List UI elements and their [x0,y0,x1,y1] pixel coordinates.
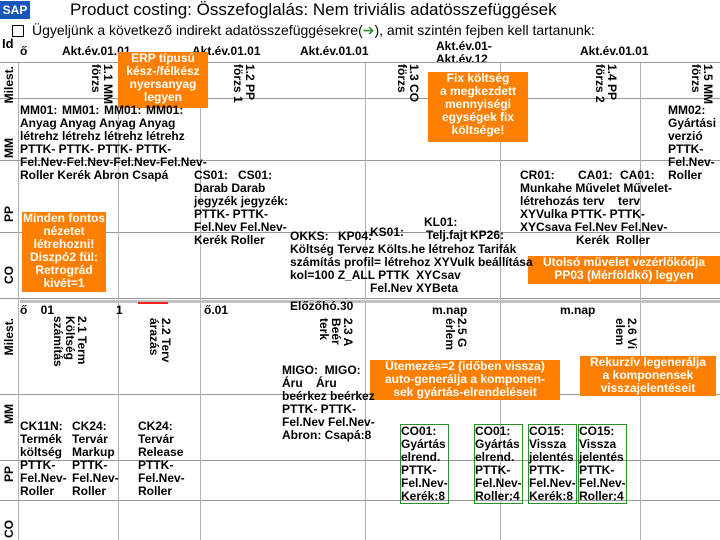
row-label-milest-bottom: Milest. [2,318,16,356]
milestone-1-4: 1.4 PP förzs 2 [593,64,619,103]
date-3: ő.01 [204,303,229,317]
row-label-mm-bottom: MM [2,404,16,424]
telj-cell: Telj.fajt [426,228,468,242]
milestone-2-1: 2.1 Term Költség számítás [51,316,89,367]
ks01-cell: KS01: [370,225,405,239]
page-title: Product costing: Összefoglalás: Nem triv… [70,0,557,19]
co15-b-cell: CO15: Vissza jelentés PTTK- Fel.Nev- Rol… [578,424,627,504]
milestone-2-3: 2.3 A Beér terk [317,318,355,347]
subtitle-tail: ), amit szintén fejben kell tartanunk: [374,22,595,38]
callout-utolso: Utolsó művelet vezérlőkódja PP03 (Mérföl… [528,256,720,284]
callout-rekurziv: Rekurzív legenerálja a komponensek vissz… [580,356,716,396]
col-header-3: Akt.év.01.01 [300,44,369,58]
grid-col-line [18,62,19,540]
row-label-co-bottom: CO [2,520,16,538]
milestone-1-1: 1.1 MM förzs [89,64,115,105]
id-label: Id [2,36,14,51]
callout-fix-cost: Fix költség a megkezdett mennyiségi egys… [428,72,528,142]
red-marker [138,302,168,304]
date-2: 1 [116,303,123,317]
subtitle-row: Id Ügyeljünk a következő indirekt adatös… [0,22,720,51]
subtitle-checkbox[interactable] [12,25,24,37]
row-label-milest-top: Milest. [2,66,16,104]
sap-logo: SAP [0,1,30,19]
date-6: m.nap [560,303,596,317]
co01-a-cell: CO01: Gyártás elrend. PTTK- Fel.Nev- Ker… [400,424,449,504]
grid-line [0,62,720,63]
milestone-1-2: 1.2 PP förzs 1 [231,64,257,103]
arrow-icon: ➔ [362,22,375,38]
ck11n-cell: CK11N: Termék költség PTTK- Fel.Nev- Rol… [20,419,67,498]
milestone-2-2: 2.2 Terv árazás [147,318,173,363]
subtitle-lead: Ügyeljünk a következő indirekt adatössze… [32,22,363,38]
date-4: Előzőhó.30 [290,299,354,313]
date-1: ő 01 [20,303,55,317]
row-label-mm-top: MM [2,138,16,158]
kp26-cell: KP26: [470,228,505,242]
date-5: m.nap [432,303,468,317]
pp-felnev-row: Fel.Nev XYBeta [370,281,459,295]
row-label-pp-bottom: PP [2,466,16,483]
co01-b-cell: CO01: Gyártás elrend. PTTK- Fel.Nev- Rol… [474,424,523,504]
subtitle-text: Ügyeljünk a következő indirekt adatössze… [32,22,595,39]
callout-utemezes: Ütemezés=2 (időben vissza) auto-generálj… [370,360,560,400]
milestone-2-5: 2.5 G érlem [443,318,469,351]
milestone-2-6: 2.6 Vi elem [613,318,639,350]
mm02-cell: MM02: Gyártási verzió PTTK- Fel.Nev- Rol… [668,103,717,182]
co15-a-cell: CO15: Vissza jelentés PTTK- Fel.Nev- Ker… [528,424,577,504]
grid-line [0,298,720,299]
row-label-pp-top: PP [2,206,16,223]
ck24-a-cell: CK24: Tervár Markup PTTK- Fel.Nev- Rolle… [72,419,119,498]
milestone-1-5: 1.5 MM förzs [689,64,715,105]
callout-erp: ERP típusú kész-/félkész nyersanyag legy… [118,52,208,108]
callout-minden: Minden fontos nézetet létrehozni! Diszpó… [22,211,106,292]
timeline-bar [20,300,720,303]
milestone-1-3: 1.3 CO förzs [395,64,421,103]
migo-cell: MIGO: MIGO: Áru Áru beérkez beérkez PTTK… [282,363,375,442]
col-o: ő [20,44,28,58]
mm-roller: Roller Kerék Abron Csapá [20,168,169,182]
col-header-5: Akt.év.01.01 [580,44,649,58]
ck24-b-cell: CK24: Tervár Release PTTK- Fel.Nev- Roll… [138,419,185,498]
row-label-co-top: CO [2,266,16,284]
kerek-roller-row: Kerék Roller [576,233,651,247]
darab-jegyzek: Darab Darab jegyzék jegyzék: PTTK- PTTK-… [194,181,289,247]
